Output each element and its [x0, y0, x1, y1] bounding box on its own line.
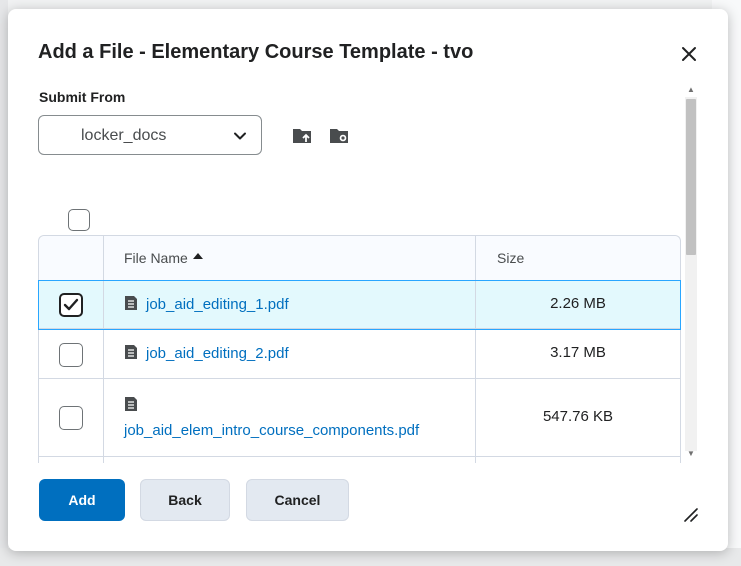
row-size-cell: 2.26 MB — [476, 281, 680, 328]
row-check-cell — [39, 379, 104, 456]
sort-ascending-icon — [193, 253, 203, 259]
scroll-up-arrow-icon[interactable]: ▲ — [686, 85, 696, 95]
row-check-cell — [39, 457, 104, 463]
dialog-content: Submit From locker_docs File Name Size j… — [8, 81, 698, 463]
row-check-cell — [39, 281, 104, 328]
document-icon — [125, 397, 137, 411]
add-file-dialog: Add a File - Elementary Course Template … — [8, 9, 728, 551]
table-row[interactable]: job_aid_editing_1.pdf 2.26 MB — [38, 280, 681, 330]
cancel-button[interactable]: Cancel — [246, 479, 349, 521]
checkmark-icon — [63, 298, 79, 311]
submit-from-label: Submit From — [39, 89, 126, 105]
folder-upload-icon[interactable] — [292, 125, 314, 147]
document-icon — [125, 296, 137, 310]
table-header-row: File Name Size — [39, 236, 680, 281]
row-checkbox[interactable] — [59, 406, 83, 430]
add-button[interactable]: Add — [39, 479, 125, 521]
row-name-cell: job_aid_editing_2.pdf — [104, 329, 476, 378]
dialog-title: Add a File - Elementary Course Template … — [38, 41, 474, 63]
header-file-name[interactable]: File Name — [104, 236, 476, 280]
row-check-cell — [39, 329, 104, 378]
file-link[interactable]: job_aid_elem_intro_course_components.pdf — [124, 422, 419, 439]
background-left-strip — [0, 0, 8, 566]
folder-settings-icon[interactable] — [329, 125, 351, 147]
select-all-checkbox[interactable] — [68, 209, 90, 231]
resize-handle-icon[interactable] — [683, 507, 699, 523]
file-link[interactable]: job_aid_editing_2.pdf — [146, 345, 289, 362]
file-size: 3.17 MB — [550, 344, 606, 361]
header-check-cell — [39, 236, 104, 280]
file-size: 2.26 MB — [550, 295, 606, 312]
table-row[interactable]: job_aid_editing_2.pdf 3.17 MB — [39, 329, 680, 379]
row-name-cell: job_aid_elem_intro_course_components.pdf — [104, 379, 476, 456]
file-link[interactable]: job_aid_editing_1.pdf — [146, 296, 289, 313]
scroll-down-arrow-icon[interactable]: ▼ — [686, 449, 696, 459]
chevron-down-icon — [234, 132, 246, 140]
document-icon — [125, 345, 137, 359]
back-button[interactable]: Back — [140, 479, 230, 521]
header-size[interactable]: Size — [476, 236, 680, 280]
table-row[interactable] — [39, 457, 680, 463]
row-checkbox[interactable] — [59, 343, 83, 367]
row-name-cell — [104, 457, 476, 463]
size-header-label: Size — [497, 250, 525, 266]
content-scrollbar[interactable]: ▲ ▼ — [683, 83, 697, 463]
submit-from-select[interactable]: locker_docs — [38, 115, 262, 155]
close-icon — [682, 47, 696, 61]
file-name-header-label: File Name — [124, 250, 188, 266]
row-size-cell — [476, 457, 680, 463]
table-row[interactable]: job_aid_elem_intro_course_components.pdf… — [39, 379, 680, 457]
row-size-cell: 3.17 MB — [476, 329, 680, 378]
row-checkbox[interactable] — [59, 293, 83, 317]
file-table: File Name Size job_aid_editing_1.pdf 2.2… — [38, 235, 681, 463]
scroll-thumb[interactable] — [686, 99, 696, 255]
submit-from-value: locker_docs — [81, 127, 167, 144]
row-name-cell: job_aid_editing_1.pdf — [104, 281, 476, 328]
file-size: 547.76 KB — [542, 408, 614, 425]
row-size-cell: 547.76 KB — [476, 379, 680, 456]
close-button[interactable] — [678, 43, 700, 65]
